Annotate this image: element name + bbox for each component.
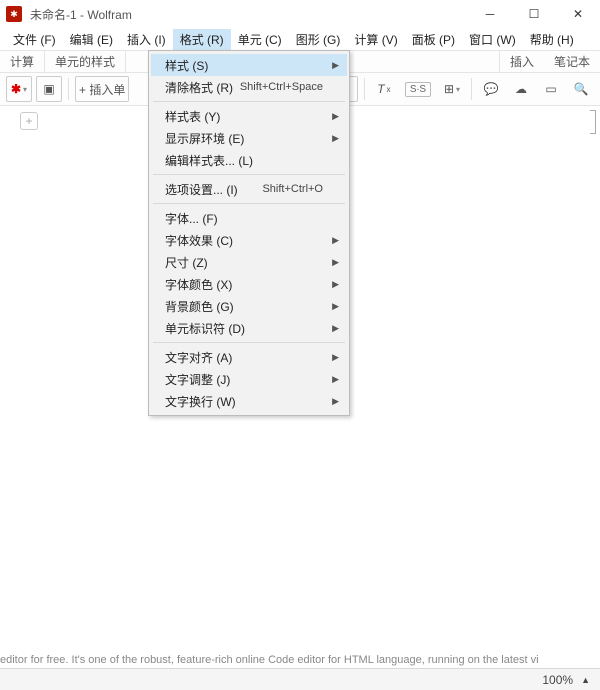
titlebar: ✱ 未命名-1 - Wolfram ─ ☐ ✕ [0, 0, 600, 28]
menu-option-inspector[interactable]: 选项设置... (I)Shift+Ctrl+O [151, 178, 347, 200]
cell-bracket[interactable] [590, 110, 596, 134]
menu-format[interactable]: 格式 (R) [173, 29, 231, 50]
submenu-arrow-icon: ▶ [332, 257, 339, 268]
menu-window[interactable]: 窗口 (W) [462, 29, 523, 50]
menu-bg-color[interactable]: 背景颜色 (G)▶ [151, 295, 347, 317]
maximize-button[interactable]: ☐ [512, 0, 556, 28]
evaluate-button[interactable]: ✱▾ [6, 76, 32, 102]
chat-button[interactable]: 💬 [478, 76, 504, 102]
cloud-upload-icon: ☁ [515, 82, 527, 96]
submenu-arrow-icon: ▶ [332, 374, 339, 385]
evaluate-icon: ✱ [11, 82, 21, 96]
book-icon: ▭ [545, 82, 556, 96]
menu-help[interactable]: 帮助 (H) [523, 29, 581, 50]
submenu-arrow-icon: ▶ [332, 279, 339, 290]
menu-separator [153, 342, 345, 343]
close-button[interactable]: ✕ [556, 0, 600, 28]
app-name: Wolfram [87, 8, 131, 22]
menu-palette[interactable]: 面板 (P) [405, 29, 462, 50]
menu-separator [153, 101, 345, 102]
menu-font[interactable]: 字体... (F) [151, 207, 347, 229]
section-cellstyle: 单元的样式 [45, 51, 126, 72]
zoom-caret-icon[interactable]: ▲ [581, 675, 590, 685]
insert-cell-button[interactable]: + 插入单 [75, 76, 129, 102]
ss-icon: S∙S [405, 82, 431, 97]
section-calc: 计算 [0, 51, 45, 72]
abort-button[interactable]: ▣ [36, 76, 62, 102]
submenu-arrow-icon: ▶ [332, 235, 339, 246]
menu-screen-env[interactable]: 显示屏环境 (E)▶ [151, 127, 347, 149]
app-icon: ✱ [6, 6, 22, 22]
format-dropdown: 样式 (S)▶ 清除格式 (R)Shift+Ctrl+Space 样式表 (Y)… [148, 50, 350, 416]
menu-text-color[interactable]: 字体颜色 (X)▶ [151, 273, 347, 295]
cloud-button[interactable]: ☁ [508, 76, 534, 102]
submenu-arrow-icon: ▶ [332, 352, 339, 363]
menu-text-align[interactable]: 文字对齐 (A)▶ [151, 346, 347, 368]
separator [68, 78, 69, 100]
search-button[interactable]: 🔍 [568, 76, 594, 102]
chevron-down-icon: ▾ [23, 85, 27, 94]
search-icon: 🔍 [574, 82, 589, 96]
statusbar: 100% ▲ [0, 668, 600, 690]
menu-word-wrap[interactable]: 文字换行 (W)▶ [151, 390, 347, 412]
menu-insert[interactable]: 插入 (I) [120, 29, 173, 50]
menu-file[interactable]: 文件 (F) [6, 29, 63, 50]
chevron-down-icon: ▾ [456, 85, 460, 94]
ruler-button[interactable]: ⊞▾ [439, 76, 465, 102]
zoom-level[interactable]: 100% [542, 673, 573, 687]
submenu-arrow-icon: ▶ [332, 323, 339, 334]
menu-face[interactable]: 字体效果 (C)▶ [151, 229, 347, 251]
minimize-button[interactable]: ─ [468, 0, 512, 28]
submenu-arrow-icon: ▶ [332, 60, 339, 71]
section-notebook: 笔记本 [544, 51, 600, 72]
text-format-icon: T [377, 82, 384, 96]
submenu-arrow-icon: ▶ [332, 396, 339, 407]
menu-stylesheet[interactable]: 样式表 (Y)▶ [151, 105, 347, 127]
menu-edit-stylesheet[interactable]: 编辑样式表... (L) [151, 149, 347, 171]
menu-size[interactable]: 尺寸 (Z)▶ [151, 251, 347, 273]
window-title: 未命名-1 - Wolfram [30, 6, 132, 23]
submenu-arrow-icon: ▶ [332, 301, 339, 312]
menu-evaluate[interactable]: 计算 (V) [347, 29, 404, 50]
menu-clear-format[interactable]: 清除格式 (R)Shift+Ctrl+Space [151, 76, 347, 98]
window-controls: ─ ☐ ✕ [468, 0, 600, 28]
menu-cell-dingbat[interactable]: 单元标识符 (D)▶ [151, 317, 347, 339]
background-text: editor for free. It's one of the robust,… [0, 654, 539, 666]
menu-graphics[interactable]: 图形 (G) [289, 29, 348, 50]
add-cell-button[interactable]: + [20, 112, 38, 130]
abort-icon: ▣ [43, 82, 54, 96]
menu-style[interactable]: 样式 (S)▶ [151, 54, 347, 76]
ss-button[interactable]: S∙S [401, 76, 435, 102]
submenu-arrow-icon: ▶ [332, 111, 339, 122]
doc-name: 未命名-1 [30, 8, 77, 22]
separator [364, 78, 365, 100]
ruler-icon: ⊞ [444, 82, 454, 96]
submenu-arrow-icon: ▶ [332, 133, 339, 144]
book-button[interactable]: ▭ [538, 76, 564, 102]
menu-separator [153, 203, 345, 204]
separator [471, 78, 472, 100]
menubar: 文件 (F) 编辑 (E) 插入 (I) 格式 (R) 单元 (C) 图形 (G… [0, 28, 600, 50]
format-text-button[interactable]: Tx [371, 76, 397, 102]
section-insert: 插入 [499, 51, 544, 72]
menu-separator [153, 174, 345, 175]
menu-edit[interactable]: 编辑 (E) [63, 29, 120, 50]
menu-text-justify[interactable]: 文字调整 (J)▶ [151, 368, 347, 390]
menu-cell[interactable]: 单元 (C) [231, 29, 289, 50]
chat-icon: 💬 [484, 82, 499, 96]
